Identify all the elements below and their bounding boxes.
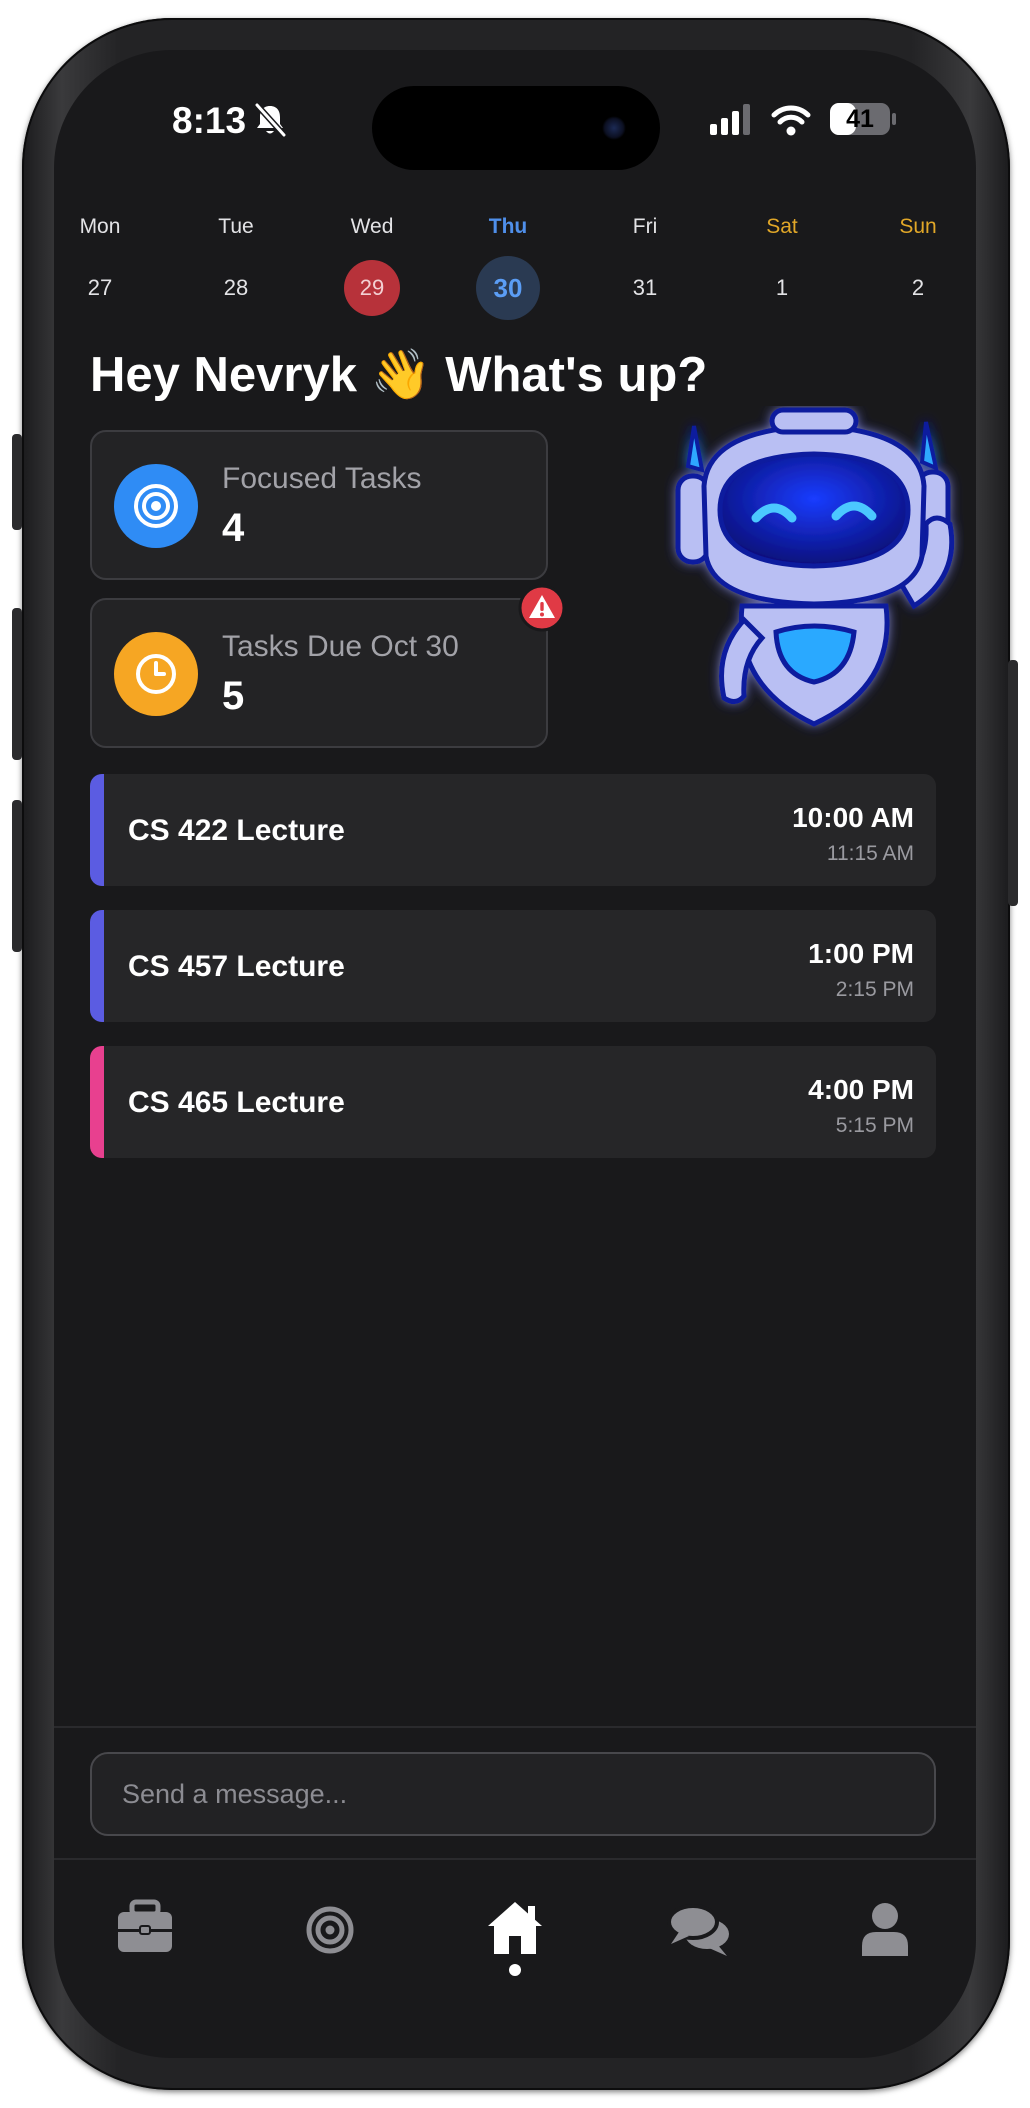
event-start-time: 4:00 PM <box>808 1074 914 1105</box>
event-name: CS 457 Lecture <box>128 950 345 983</box>
day-name: Fri <box>632 215 658 238</box>
power-button <box>1008 660 1018 906</box>
event-end-time: 11:15 AM <box>826 842 914 865</box>
wifi-icon <box>771 105 811 136</box>
volume-down-button <box>12 800 22 952</box>
day-name: Tue <box>218 215 254 238</box>
action-button <box>12 434 22 530</box>
day-number: 30 <box>476 256 540 320</box>
day-name: Thu <box>488 215 528 238</box>
card-title: Focused Tasks <box>222 462 422 495</box>
event-start-time: 1:00 PM <box>808 938 914 969</box>
tasks-due-card[interactable]: Tasks Due Oct 30 5 <box>90 598 548 748</box>
event-end-time: 5:15 PM <box>835 1114 914 1137</box>
message-input[interactable] <box>92 1754 934 1834</box>
day-mon[interactable]: Mon 27 <box>60 212 140 316</box>
event-name: CS 465 Lecture <box>128 1086 345 1119</box>
tabbar-divider <box>54 1858 976 1860</box>
day-wed[interactable]: Wed 29 <box>332 212 412 316</box>
event-color-bar <box>90 1046 104 1158</box>
greeting-heading: Hey Nevryk 👋 What's up? <box>90 348 708 402</box>
week-calendar-strip: Mon 27 Tue 28 Wed 29 Thu 30 Fri 31 Sat 1… <box>54 212 976 322</box>
silent-bell-icon <box>254 102 287 138</box>
card-title: Tasks Due Oct 30 <box>222 630 459 663</box>
day-number: 2 <box>911 275 925 300</box>
event-color-bar <box>90 774 104 886</box>
robot-mascot-illustration <box>675 407 955 727</box>
battery-percent: 41 <box>846 105 874 133</box>
status-time: 8:13 <box>172 100 247 141</box>
card-value: 4 <box>222 506 245 550</box>
chat-icon <box>667 1904 729 1956</box>
event-row[interactable]: CS 457 Lecture 1:00 PM 2:15 PM <box>90 910 936 1022</box>
composer-divider <box>54 1726 976 1728</box>
day-fri[interactable]: Fri 31 <box>605 212 685 316</box>
briefcase-icon <box>118 1899 172 1952</box>
dynamic-island <box>372 86 660 170</box>
day-number: 27 <box>87 275 113 300</box>
active-tab-indicator <box>509 1964 521 1976</box>
card-value: 5 <box>222 674 245 718</box>
day-number: 29 <box>344 260 400 316</box>
volume-up-button <box>12 608 22 760</box>
day-sat[interactable]: Sat 1 <box>742 212 822 316</box>
day-tue[interactable]: Tue 28 <box>196 212 276 316</box>
tab-focus[interactable] <box>285 1888 375 1978</box>
event-start-time: 10:00 AM <box>792 802 914 833</box>
target-icon <box>306 1906 354 1954</box>
day-thu[interactable]: Thu 30 <box>468 212 548 320</box>
event-end-time: 2:15 PM <box>835 978 914 1001</box>
event-row[interactable]: CS 465 Lecture 4:00 PM 5:15 PM <box>90 1046 936 1158</box>
day-name: Sun <box>899 215 937 238</box>
clock-icon <box>114 632 198 716</box>
day-number: 1 <box>775 275 789 300</box>
screen: 8:13 41 Mon 27 Tue 28 Wed 29 Thu 30 Fri … <box>54 50 976 2058</box>
event-row[interactable]: CS 422 Lecture 10:00 AM 11:15 AM <box>90 774 936 886</box>
tab-briefcase[interactable] <box>100 1888 190 1978</box>
target-icon <box>114 464 198 548</box>
camera-icon <box>602 116 626 140</box>
message-composer <box>90 1752 936 1836</box>
event-color-bar <box>90 910 104 1022</box>
tab-profile[interactable] <box>840 1888 930 1978</box>
day-number: 31 <box>632 275 658 300</box>
event-name: CS 422 Lecture <box>128 814 345 847</box>
cellular-signal-icon <box>710 104 750 135</box>
tab-chat[interactable] <box>655 1888 745 1978</box>
day-name: Mon <box>79 215 121 238</box>
focused-tasks-card[interactable]: Focused Tasks 4 <box>90 430 548 580</box>
day-name: Sat <box>766 215 798 238</box>
day-name: Wed <box>350 215 394 238</box>
warning-icon <box>518 584 566 632</box>
day-sun[interactable]: Sun 2 <box>878 212 958 316</box>
user-icon <box>862 1903 908 1956</box>
day-number: 28 <box>223 275 249 300</box>
